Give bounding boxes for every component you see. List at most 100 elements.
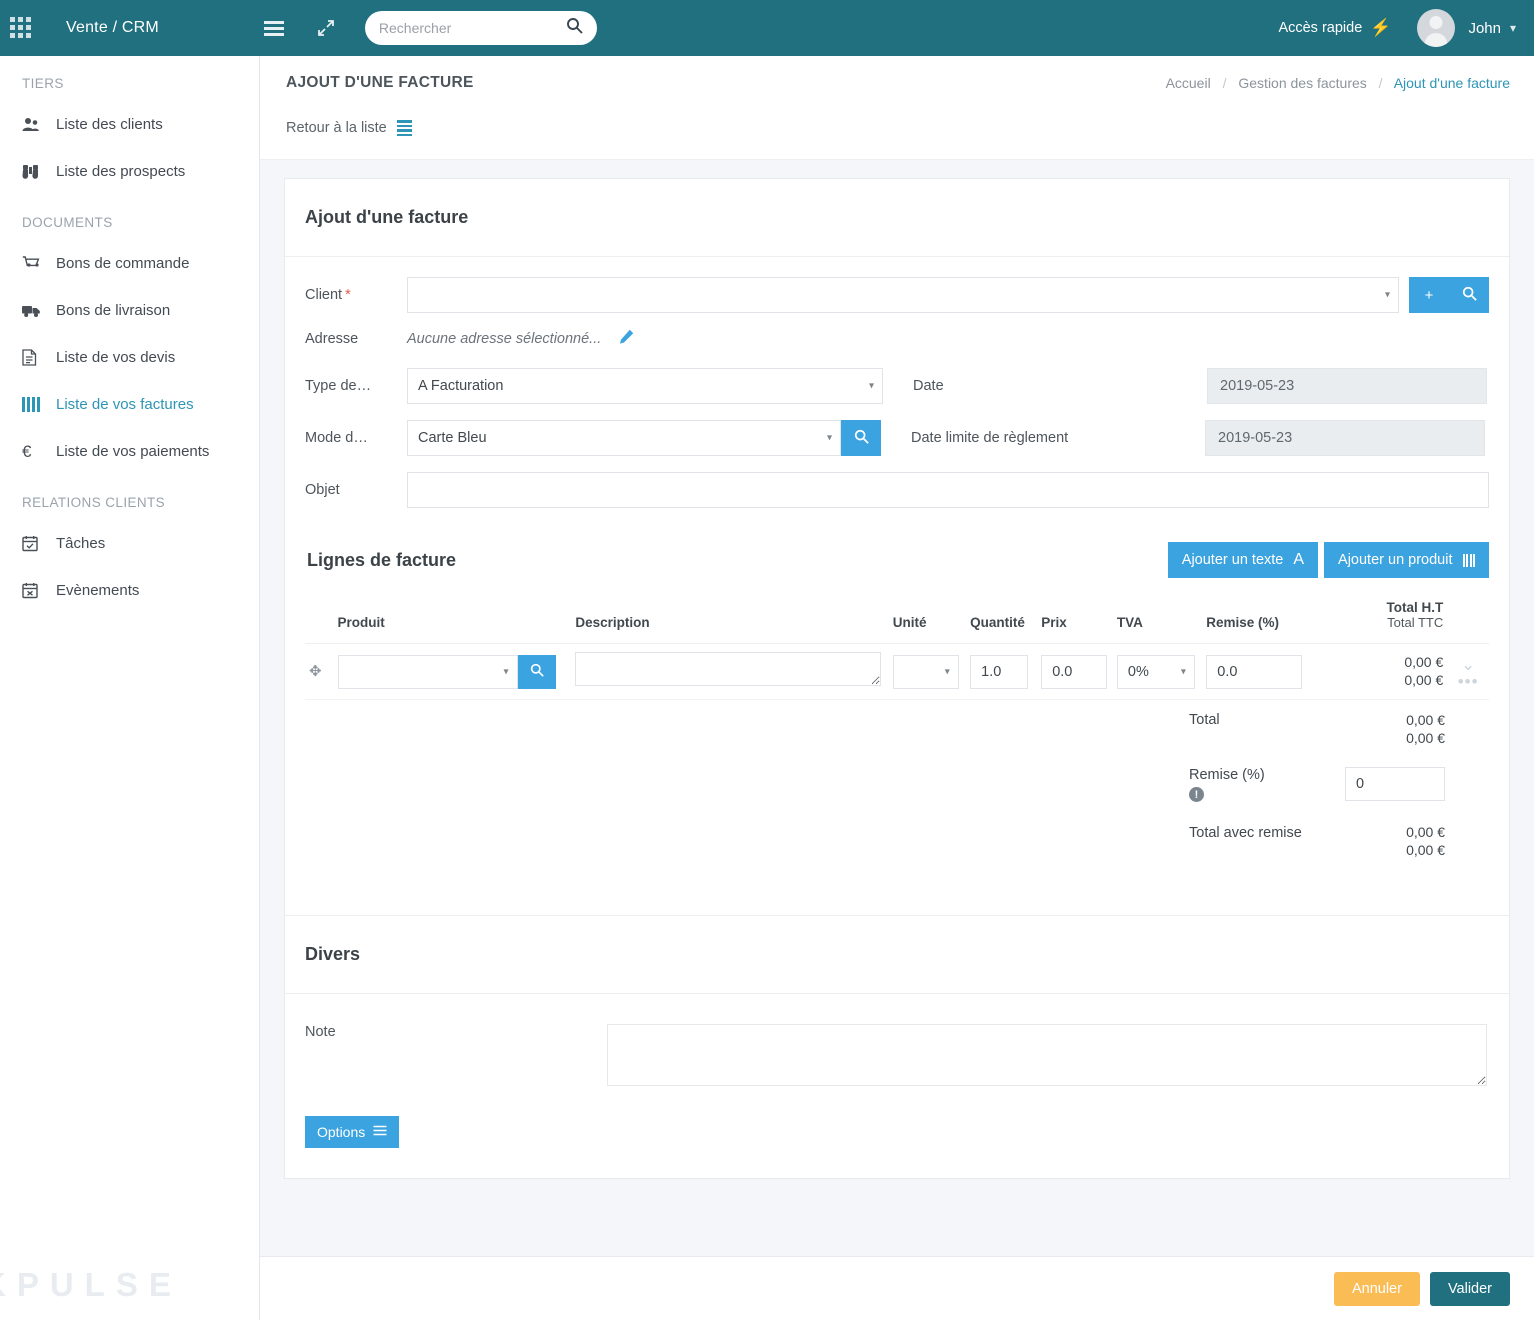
col-remise: Remise (%) xyxy=(1202,600,1347,644)
produit-select-wrap: ▾ xyxy=(337,654,518,689)
breadcrumb-current[interactable]: Ajout d'une facture xyxy=(1394,75,1510,91)
chevron-down-icon[interactable]: ▾ xyxy=(1510,21,1516,35)
invoice-lines-tbody: ✥ ▾ ▾ 1.0 0.0 0% ▾ 0.0 0,00 € 0,00 € ⌄ •… xyxy=(305,643,1489,700)
sidebar-item-liste-des-clients[interactable]: Liste des clients xyxy=(0,101,259,148)
total-avec-remise-ht: 0,00 € xyxy=(1406,824,1445,840)
invoice-lines-header: Lignes de facture Ajouter un texte A Ajo… xyxy=(305,542,1489,578)
ellipsis-icon[interactable]: ••• xyxy=(1451,673,1485,690)
totals-row-total-remise: Total avec remise 0,00 € 0,00 € xyxy=(305,808,1489,885)
sidebar-item-liste-des-prospects[interactable]: Liste des prospects xyxy=(0,148,259,195)
avatar[interactable] xyxy=(1417,9,1456,47)
user-name-label[interactable]: John xyxy=(1468,20,1501,37)
breadcrumb: Accueil / Gestion des factures / Ajout d… xyxy=(1166,75,1510,91)
options-button[interactable]: Options xyxy=(305,1116,400,1148)
back-to-list-label: Retour à la liste xyxy=(286,120,387,137)
quick-access-link[interactable]: Accès rapide xyxy=(1278,20,1362,36)
col-quantite: Quantité xyxy=(966,600,1038,644)
grid-apps-icon[interactable] xyxy=(10,17,32,39)
sidebar-item-liste-de-vos-paiements[interactable]: € Liste de vos paiements xyxy=(0,428,259,475)
prix-input[interactable] xyxy=(1041,654,1108,689)
hamburger-icon[interactable] xyxy=(263,17,285,39)
table-row: ✥ ▾ ▾ 1.0 0.0 0% ▾ 0.0 0,00 € 0,00 € ⌄ •… xyxy=(305,643,1489,700)
back-to-list-button[interactable]: Retour à la liste xyxy=(286,120,412,137)
sidebar-item-evenements[interactable]: Evènements xyxy=(0,567,259,614)
remise-label: Remise (%) xyxy=(1189,767,1265,783)
cancel-button[interactable]: Annuler xyxy=(1333,1271,1420,1306)
breadcrumb-gestion-des-factures[interactable]: Gestion des factures xyxy=(1238,75,1366,91)
client-input[interactable] xyxy=(407,277,1399,313)
topbar-right-group: Accès rapide ⚡ John ▾ xyxy=(1278,9,1534,47)
list-icon xyxy=(396,120,412,137)
sidebar-item-bons-de-commande[interactable]: Bons de commande xyxy=(0,240,259,287)
shopping-cart-icon xyxy=(22,256,48,271)
adresse-label: Adresse xyxy=(305,330,359,347)
cell-unite: ▾ xyxy=(888,643,967,700)
remise-line-input[interactable] xyxy=(1206,654,1303,689)
search-icon xyxy=(530,663,544,681)
users-icon xyxy=(22,117,48,132)
barcode-icon xyxy=(22,397,48,412)
sidebar-item-liste-de-vos-devis[interactable]: Liste de vos devis xyxy=(0,334,259,381)
tva-select[interactable] xyxy=(1116,654,1195,689)
sliders-icon xyxy=(373,1124,387,1140)
sidebar-group-title-documents: DOCUMENTS xyxy=(22,215,113,230)
search-mode-button[interactable] xyxy=(841,420,881,456)
brand-watermark: KPULSE xyxy=(0,1266,182,1303)
field-row-mode-datelimite: Mode d… ▾ Date limite de règlement 2019-… xyxy=(305,420,1489,456)
add-product-button[interactable]: Ajouter un produit xyxy=(1324,542,1489,578)
search-icon[interactable] xyxy=(566,17,583,39)
type-select[interactable] xyxy=(407,368,883,404)
total-avec-remise-label: Total avec remise xyxy=(1189,824,1349,842)
sidebar-group-title-tiers: TIERS xyxy=(22,76,64,91)
add-text-button[interactable]: Ajouter un texte A xyxy=(1167,542,1319,578)
pencil-icon[interactable] xyxy=(619,329,634,348)
form-action-footer: Annuler Valider xyxy=(260,1256,1534,1320)
sidebar-item-liste-de-vos-factures[interactable]: Liste de vos factures xyxy=(0,381,259,428)
plus-icon: + xyxy=(1424,286,1434,304)
global-search-box[interactable] xyxy=(364,11,597,45)
cell-prix xyxy=(1037,643,1113,700)
quantite-input[interactable] xyxy=(970,654,1029,689)
sidebar-item-bons-de-livraison[interactable]: Bons de livraison xyxy=(0,287,259,334)
field-row-objet: Objet xyxy=(305,472,1489,508)
search-icon xyxy=(854,429,869,448)
drag-handle-icon[interactable]: ✥ xyxy=(309,663,322,680)
lightning-bolt-icon[interactable]: ⚡ xyxy=(1370,18,1391,38)
table-header-row: Produit Description Unité Quantité Prix … xyxy=(305,600,1489,644)
note-label: Note xyxy=(305,1024,336,1040)
divers-title: Divers xyxy=(285,915,1509,994)
col-tva: TVA xyxy=(1112,600,1203,644)
search-produit-button[interactable] xyxy=(517,654,556,689)
cell-quantite xyxy=(966,643,1038,700)
date-limite-label: Date limite de règlement xyxy=(911,430,1069,446)
top-navigation-bar: Vente / CRM Accès rapide ⚡ John ▾ xyxy=(0,0,1534,56)
col-total-ht: Total H.T xyxy=(1386,600,1444,615)
info-icon[interactable]: ! xyxy=(1189,787,1204,802)
sidebar-item-label: Liste des clients xyxy=(56,116,163,133)
validate-button[interactable]: Valider xyxy=(1429,1271,1510,1306)
page-header: AJOUT D'UNE FACTURE Accueil / Gestion de… xyxy=(260,56,1534,160)
remise-global-input[interactable] xyxy=(1345,767,1445,801)
search-input[interactable] xyxy=(378,20,566,36)
note-textarea[interactable] xyxy=(607,1024,1487,1086)
date-value: 2019-05-23 xyxy=(1207,368,1487,404)
breadcrumb-separator: / xyxy=(1378,75,1383,91)
sidebar-item-taches[interactable]: Tâches xyxy=(0,520,259,567)
objet-input[interactable] xyxy=(407,472,1489,508)
sidebar-item-label: Evènements xyxy=(56,582,140,599)
total-avec-remise-label-text: Total avec remise xyxy=(1189,825,1302,841)
mode-select[interactable] xyxy=(407,420,841,456)
fullscreen-expand-icon[interactable] xyxy=(315,17,337,39)
produit-select[interactable] xyxy=(337,654,518,689)
total-label: Total xyxy=(1189,712,1220,728)
search-client-button[interactable] xyxy=(1449,277,1489,313)
sidebar-item-label: Bons de commande xyxy=(56,255,190,272)
breadcrumb-accueil[interactable]: Accueil xyxy=(1166,75,1211,91)
note-row: Note xyxy=(305,994,1489,1086)
unite-select[interactable] xyxy=(892,654,959,689)
add-client-button[interactable]: + xyxy=(1409,277,1449,313)
type-select-wrap: ▾ xyxy=(407,368,883,404)
cell-produit: ▾ xyxy=(333,643,572,700)
barcode-icon xyxy=(1462,553,1475,567)
description-textarea[interactable] xyxy=(575,652,882,686)
